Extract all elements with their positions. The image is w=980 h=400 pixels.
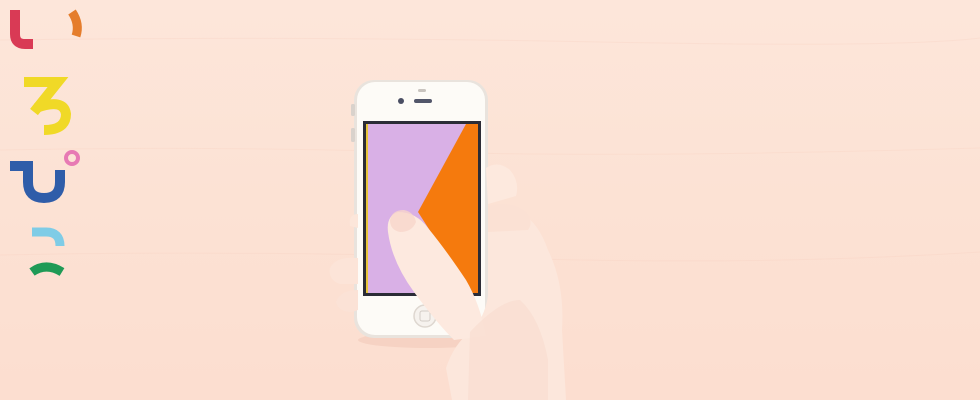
- logo-char-ro: [24, 77, 72, 135]
- camera-dot: [398, 98, 404, 104]
- logo-char-tsu: [29, 227, 65, 276]
- handakuten-icon: [64, 150, 80, 166]
- hero-banner: [0, 0, 980, 400]
- app-logo: [10, 9, 82, 276]
- logo-char-i: [10, 9, 82, 49]
- phone-in-hand-photo: [0, 37, 980, 400]
- logo-char-pi: [10, 150, 80, 204]
- speaker-slot: [414, 99, 432, 103]
